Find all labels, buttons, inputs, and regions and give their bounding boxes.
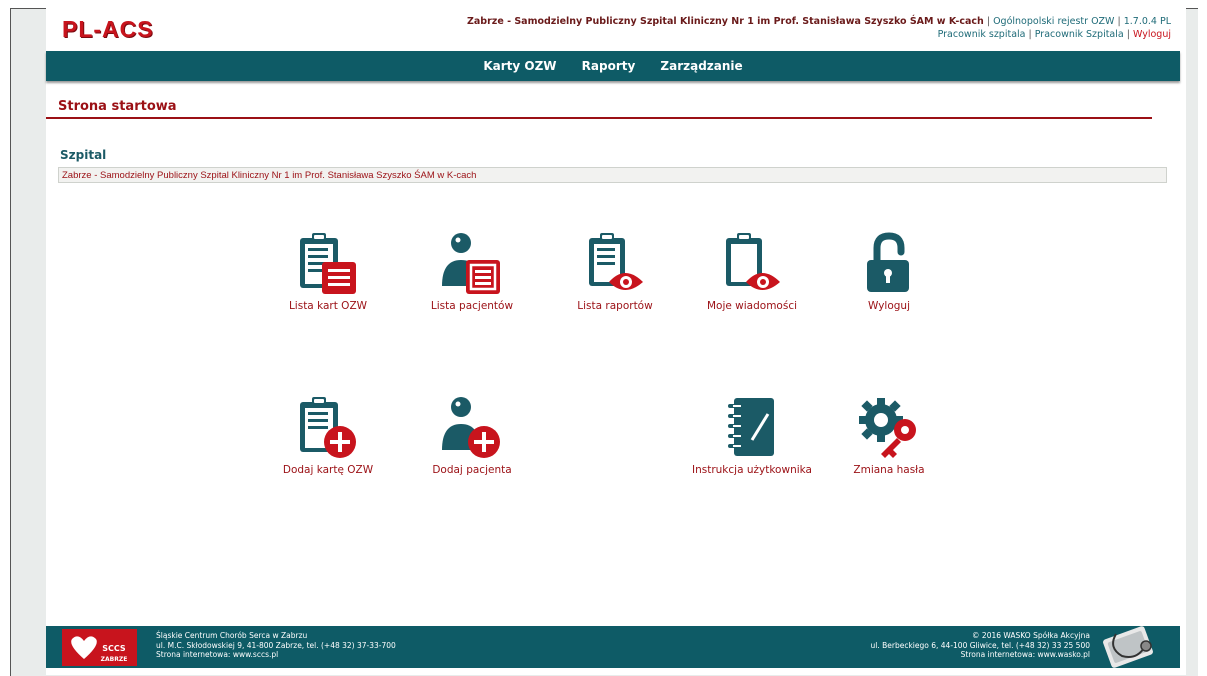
header-line-1: Zabrze - Samodzielny Publiczny Szpital K… — [467, 15, 1171, 28]
header: PL-ACS Zabrze - Samodzielny Publiczny Sz… — [46, 8, 1179, 51]
tile-instrukcja-uzytkownika[interactable]: Instrukcja użytkownika — [692, 392, 812, 476]
tile-label: Instrukcja użytkownika — [692, 464, 812, 476]
tile-lista-pacjentow[interactable]: Lista pacjentów — [412, 228, 532, 312]
footer-right-line: © 2016 WASKO Spółka Akcyjna — [972, 631, 1090, 640]
user-role-link[interactable]: Pracownik szpitala — [938, 29, 1026, 40]
tile-dodaj-pacjenta[interactable]: Dodaj pacjenta — [412, 392, 532, 476]
footer-left-line: Śląskie Centrum Chorób Serca w Zabrzu — [156, 631, 308, 640]
hospital-field: Zabrze - Samodzielny Publiczny Szpital K… — [58, 167, 1167, 183]
patient-list-icon — [442, 233, 500, 294]
footer-right-line: ul. Berbeckiego 6, 44-100 Gliwice, tel. … — [870, 640, 1090, 650]
nav-item-zarzadzanie[interactable]: Zarządzanie — [660, 51, 742, 81]
separator: | — [1126, 29, 1130, 40]
tile-label: Wyloguj — [868, 300, 910, 312]
clipboard-add-icon — [300, 397, 356, 458]
tile-label: Moje wiadomości — [706, 300, 798, 312]
tile-lista-kart-ozw[interactable]: Lista kart OZW — [268, 228, 388, 312]
logout-link[interactable]: Wyloguj — [1133, 29, 1171, 40]
clipboard-eye-list-icon — [589, 233, 643, 290]
app-logo[interactable]: PL-ACS — [62, 16, 154, 43]
tile-label: Lista pacjentów — [430, 300, 514, 312]
notebook-icon — [728, 398, 774, 456]
tile-label: Dodaj pacjenta — [432, 464, 512, 476]
footer-right-info: © 2016 WASKO Spółka Akcyjna ul. Berbecki… — [871, 631, 1090, 660]
title-divider — [46, 117, 1152, 119]
tile-label: Lista raportów — [577, 300, 653, 312]
footer-left-info: Śląskie Centrum Chorób Serca w Zabrzu ul… — [156, 631, 396, 660]
tile-zmiana-hasla[interactable]: Zmiana hasła — [829, 392, 949, 476]
sccs-logo-subtext: ZABRZE — [101, 656, 128, 663]
tile-dodaj-karte-ozw[interactable]: Dodaj kartę OZW — [268, 392, 388, 476]
user-name-link[interactable]: Pracownik Szpitala — [1035, 29, 1124, 40]
sccs-logo-text: SCCS — [102, 644, 126, 653]
gear-key-icon — [859, 398, 916, 458]
hospital-name: Zabrze - Samodzielny Publiczny Szpital K… — [467, 16, 984, 27]
sccs-logo[interactable]: SCCS ZABRZE — [62, 629, 137, 666]
footer-right-line[interactable]: Strona internetowa: www.wasko.pl — [871, 650, 1090, 660]
footer: SCCS ZABRZE Śląskie Centrum Chorób Serca… — [46, 626, 1180, 668]
nav-item-raporty[interactable]: Raporty — [582, 51, 636, 81]
unlock-icon — [867, 232, 909, 292]
outer-margin — [0, 0, 10, 675]
stethoscope-logo — [1103, 626, 1153, 668]
page-title: Strona startowa — [58, 99, 177, 114]
patient-add-icon — [442, 397, 500, 458]
header-info: Zabrze - Samodzielny Publiczny Szpital K… — [467, 15, 1171, 41]
clipboard-eye-icon — [726, 233, 780, 290]
section-title: Szpital — [60, 148, 107, 162]
nav-item-karty-ozw[interactable]: Karty OZW — [483, 51, 556, 81]
tile-lista-raportow[interactable]: Lista raportów — [555, 228, 675, 312]
separator: | — [1117, 16, 1121, 27]
main-nav: Karty OZW Raporty Zarządzanie — [46, 51, 1180, 81]
header-line-2: Pracownik szpitala | Pracownik Szpitala … — [467, 28, 1171, 41]
separator: | — [1028, 29, 1032, 40]
version: 1.7.0.4 PL — [1123, 16, 1171, 27]
nav-items: Karty OZW Raporty Zarządzanie — [46, 51, 1180, 81]
separator: | — [986, 16, 991, 27]
content-area — [46, 8, 1186, 675]
footer-left-line: ul. M.C. Skłodowskiej 9, 41-800 Zabrze, … — [156, 640, 396, 650]
tile-moje-wiadomosci[interactable]: Moje wiadomości — [692, 228, 812, 312]
tile-wyloguj[interactable]: Wyloguj — [829, 228, 949, 312]
footer-left-line[interactable]: Strona internetowa: www.sccs.pl — [156, 650, 396, 660]
tile-label: Dodaj kartę OZW — [282, 464, 374, 476]
tile-label: Lista kart OZW — [288, 300, 368, 312]
registry-name: Ogólnopolski rejestr OZW — [993, 16, 1115, 27]
tile-label: Zmiana hasła — [853, 464, 925, 476]
clipboard-list-icon — [300, 233, 356, 294]
